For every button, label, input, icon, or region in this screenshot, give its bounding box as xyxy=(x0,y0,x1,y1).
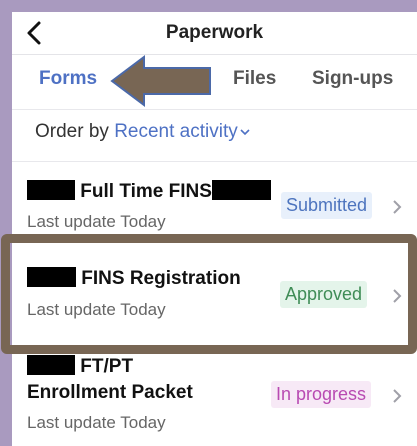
chevron-right-icon xyxy=(393,389,402,403)
redaction-block xyxy=(27,355,75,375)
form-row-enrollment-packet[interactable]: FT/PT Enrollment Packet Last update Toda… xyxy=(12,353,417,446)
form-title-line-2: Enrollment Packet xyxy=(27,382,193,403)
form-row-full-time-fins[interactable]: Full Time FINS Last update Today Submitt… xyxy=(12,162,417,242)
order-by-label: Order by xyxy=(35,121,109,142)
tab-forms[interactable]: Forms xyxy=(39,68,97,90)
form-subtitle: Last update Today xyxy=(27,212,166,231)
form-title-text: Full Time FINS xyxy=(80,181,212,202)
tab-files[interactable]: Files xyxy=(233,68,276,90)
page-title: Paperwork xyxy=(165,22,264,43)
tab-sign-ups[interactable]: Sign-ups xyxy=(312,68,393,90)
tab-bar: Forms Files Sign-ups xyxy=(12,62,417,102)
annotation-arrow-icon xyxy=(110,55,211,107)
divider xyxy=(12,109,417,110)
annotation-highlight-box xyxy=(1,234,417,354)
chevron-down-icon xyxy=(240,129,250,136)
order-by-value[interactable]: Recent activity xyxy=(114,121,238,142)
form-title: Full Time FINS xyxy=(27,180,271,203)
form-subtitle: Last update Today xyxy=(27,413,166,432)
chevron-right-icon xyxy=(393,200,402,214)
nav-header: Paperwork xyxy=(12,12,417,55)
redaction-block xyxy=(27,180,75,200)
status-badge: Submitted xyxy=(281,192,373,219)
paperwork-screen: Paperwork Forms Files Sign-ups Order by … xyxy=(12,12,417,446)
form-title-text: FT/PT xyxy=(80,356,134,377)
status-badge: In progress xyxy=(271,381,372,408)
order-by-control[interactable]: Order by Recent activity xyxy=(35,121,250,143)
form-title: FT/PT xyxy=(27,355,133,378)
redaction-block xyxy=(211,180,271,200)
